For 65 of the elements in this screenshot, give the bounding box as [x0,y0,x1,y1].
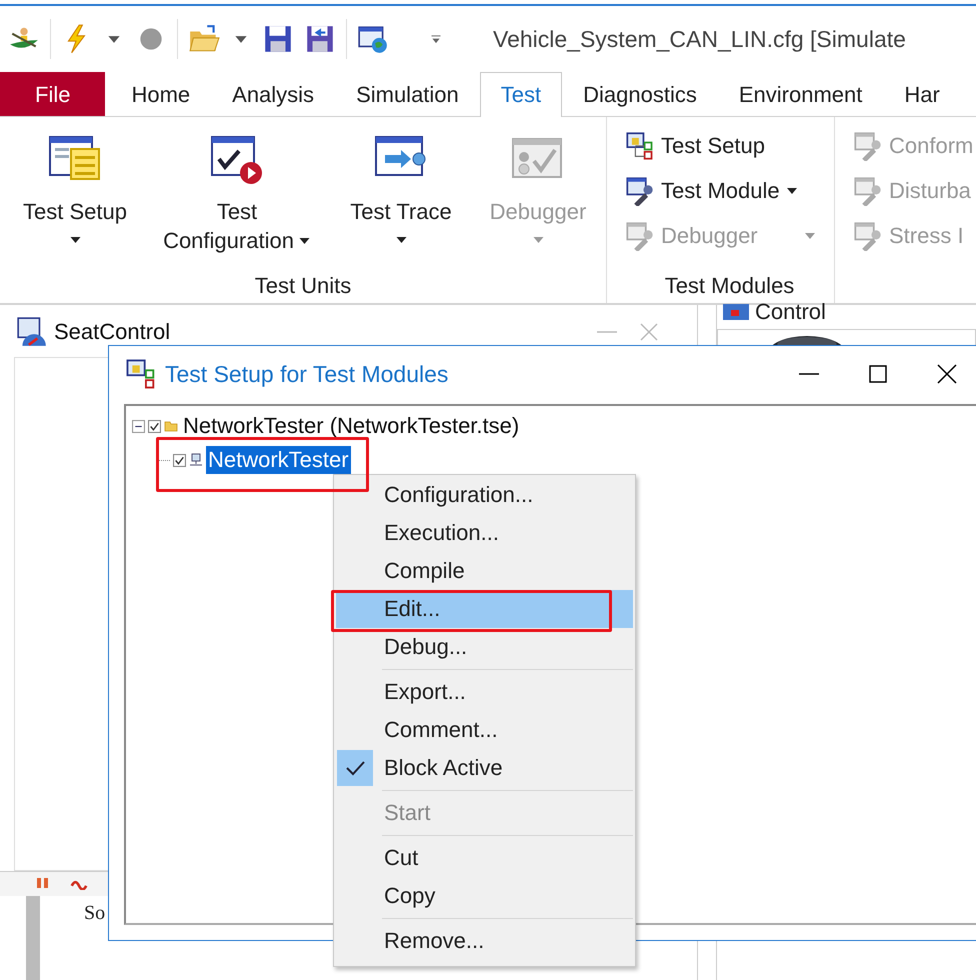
status-text: So [84,902,106,925]
ribbon-button[interactable]: Test Setup [0,117,150,273]
collapse-icon[interactable] [132,420,145,432]
menu-item[interactable]: Remove... [336,922,633,960]
checkbox[interactable] [173,454,186,466]
caret-icon[interactable] [107,34,121,44]
ribbon-tab[interactable]: Simulation [335,72,480,116]
window-wrench-icon [625,176,655,206]
caret-icon [804,232,816,240]
close-icon [639,322,659,342]
caret-icon [68,236,82,244]
window-wrench-icon [853,220,883,250]
ribbon-button[interactable]: Test Trace [324,117,478,273]
window-wrench-icon [853,176,883,206]
maximize-icon [868,364,888,384]
menu-item[interactable]: Compile [336,552,633,590]
file-tab[interactable]: File [0,72,106,116]
menu-item[interactable]: Export... [336,673,633,711]
network-node-icon [189,453,203,467]
caret-icon [786,186,798,194]
group-label: Test Modules [664,273,796,300]
ribbon-button[interactable]: Test Module [625,168,798,213]
gauge-window-icon [16,316,48,348]
ribbon-tab[interactable]: Diagnostics [562,72,718,116]
checkbox[interactable] [148,420,161,432]
caret-icon[interactable] [234,34,248,44]
minimize-icon [799,373,819,375]
menu-item[interactable]: Comment... [336,711,633,749]
ribbon-tab[interactable]: Environment [718,72,884,116]
menu-item[interactable]: Edit... [336,590,633,628]
menu-item[interactable]: Copy [336,877,633,915]
ribbon-button[interactable]: Test Configuration [150,117,324,273]
menu-item[interactable]: Configuration... [336,476,633,514]
group-label: Test Units [254,273,352,300]
tree-item[interactable]: NetworkTester (NetworkTester.tse) [181,412,522,440]
ribbon-tab[interactable]: Analysis [211,72,336,116]
save-icon[interactable] [262,23,294,55]
car-window-icon [721,302,751,322]
menu-item[interactable]: Block Active [336,749,633,787]
scroll-bar[interactable] [26,896,40,980]
ribbon-button[interactable]: Test Setup [625,123,765,168]
caret-icon [532,236,544,244]
dialog-title: Test Setup for Test Modules [165,360,448,388]
ribbon-tab[interactable]: Home [110,72,212,116]
tree-item[interactable]: NetworkTester [206,446,351,474]
ribbon-tab[interactable]: Test [480,72,562,117]
minimize-icon [597,331,617,333]
tree-boxes-icon [125,358,157,390]
loop-icon [70,878,88,890]
menu-item[interactable]: Execution... [336,514,633,552]
caret-icon [298,236,311,244]
close-icon [937,364,957,384]
customize-caret-icon[interactable] [429,34,443,44]
menu-item[interactable]: Cut [336,839,633,877]
ribbon-tab[interactable]: Har [883,72,961,116]
window-wrench-icon [853,130,883,160]
folder-icon [164,419,178,433]
tree-boxes-icon [625,130,655,160]
save-as-icon[interactable] [304,23,336,55]
window-wrench-icon [625,220,655,250]
window-title: Vehicle_System_CAN_LIN.cfg [Simulate [493,26,906,52]
menu-item[interactable]: Debug... [336,628,633,666]
caret-icon [394,236,408,244]
window-title: SeatControl [54,319,170,345]
window-title: Control [755,299,826,325]
